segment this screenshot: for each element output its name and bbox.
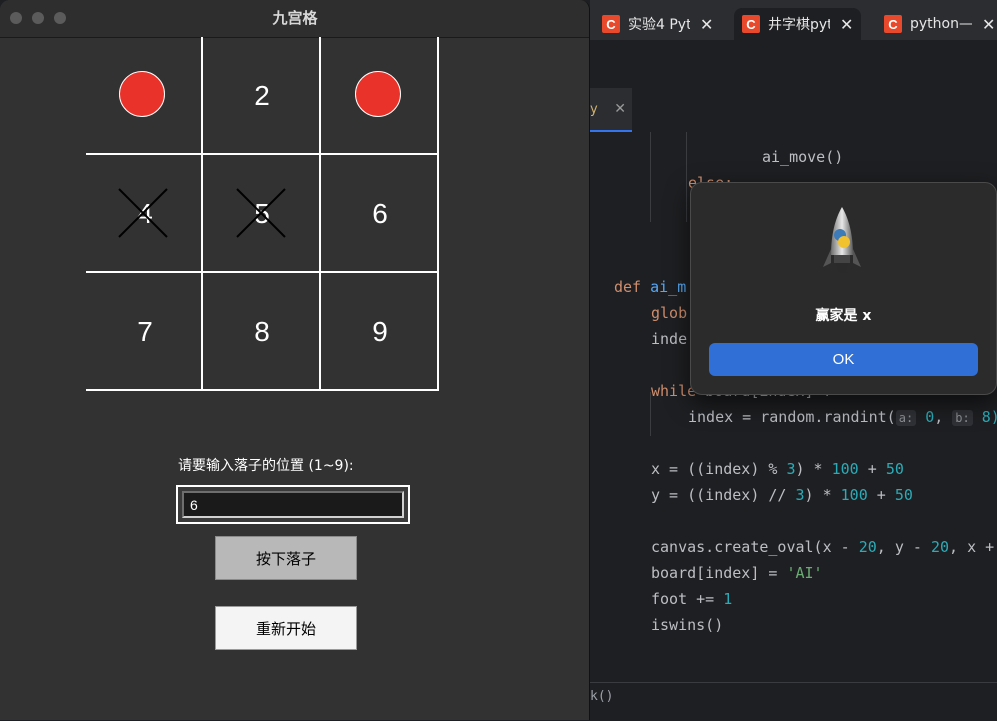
code-text: ) *	[804, 486, 841, 504]
ai-piece-circle	[119, 71, 165, 117]
code-number: 20	[930, 538, 950, 556]
code-line: canvas.create_oval(x - 20, y - 20, x +	[651, 538, 994, 556]
code-text: , y -	[876, 538, 931, 556]
code-text: , x +	[949, 538, 995, 556]
code-text: ,	[934, 408, 953, 426]
code-number: 100	[831, 460, 859, 478]
editor-tab[interactable]: y ✕	[590, 88, 632, 132]
board-cell-2[interactable]: 2	[203, 37, 321, 155]
place-piece-button[interactable]: 按下落子	[215, 536, 357, 580]
winner-message: 赢家是 x	[815, 308, 872, 324]
close-icon[interactable]: ✕	[700, 15, 713, 34]
tab-label: 实验4 Pyt	[628, 17, 690, 33]
browser-tab-strip: C 实验4 Pyt ✕ C 井字棋pyt ✕ C python— ✕	[590, 0, 997, 40]
board-cell-8[interactable]: 8	[203, 273, 321, 391]
code-line: glob	[651, 304, 688, 322]
csdn-icon: C	[884, 15, 902, 33]
browser-tab-python[interactable]: C python— ✕	[884, 8, 995, 40]
code-keyword: def	[614, 278, 642, 296]
code-number: 0	[925, 408, 935, 426]
code-number: 100	[840, 486, 868, 504]
close-icon[interactable]: ✕	[982, 15, 995, 34]
game-board[interactable]: 2 4 5 6 7 8 9	[86, 37, 440, 391]
position-entry-frame: 6	[176, 485, 410, 524]
csdn-icon: C	[602, 15, 620, 33]
code-line: x = ((index) % 3) * 100 + 50	[651, 460, 904, 478]
player-x-mark	[236, 188, 286, 238]
code-text: canvas.create_oval(x -	[651, 538, 859, 556]
code-number: 3	[786, 460, 796, 478]
position-input[interactable]: 6	[182, 491, 404, 518]
code-line: foot += 1	[651, 590, 732, 608]
code-number: 50	[894, 486, 913, 504]
window-title: 九宫格	[272, 9, 318, 27]
board-cell-9[interactable]: 9	[321, 273, 439, 391]
ok-button[interactable]: OK	[709, 343, 978, 376]
indent-guide	[650, 132, 651, 222]
param-hint: a:	[895, 410, 917, 426]
player-x-mark	[118, 188, 168, 238]
window-titlebar: 九宫格	[0, 0, 589, 38]
position-prompt-label: 请要输入落子的位置 (1~9):	[178, 458, 354, 474]
code-line: y = ((index) // 3) * 100 + 50	[651, 486, 913, 504]
python-rocket-icon	[823, 207, 861, 273]
code-text: board[index] =	[651, 564, 787, 582]
browser-tab-experiment4[interactable]: C 实验4 Pyt ✕	[602, 8, 713, 40]
csdn-icon: C	[742, 15, 760, 33]
code-number: 50	[885, 460, 904, 478]
ai-piece-circle	[355, 71, 401, 117]
code-line: iswins()	[651, 616, 724, 634]
code-number: 3	[795, 486, 805, 504]
tab-label: 井字棋pyt	[768, 17, 830, 33]
code-text: foot +=	[651, 590, 724, 608]
code-line: index = random.randint(a: 0, b: 8)	[688, 408, 997, 426]
param-hint: b:	[952, 410, 973, 426]
code-text: index = random.randint(	[688, 408, 896, 426]
editor-tab-label: y	[590, 101, 598, 117]
browser-tab-tictactoe[interactable]: C 井字棋pyt ✕	[734, 8, 862, 40]
browser-toolbar	[590, 40, 997, 88]
code-string: 'AI'	[786, 564, 823, 582]
code-number: 1	[723, 590, 733, 608]
tab-label: python—	[910, 16, 972, 32]
code-line: board[index] = 'AI'	[651, 564, 823, 582]
editor-breadcrumb-bar: k()	[590, 682, 997, 721]
code-text: x = ((index) %	[651, 460, 787, 478]
restart-button[interactable]: 重新开始	[215, 606, 357, 650]
code-number: 20	[858, 538, 877, 556]
board-cell-6[interactable]: 6	[321, 155, 439, 273]
code-text: y = ((index) //	[651, 486, 796, 504]
breadcrumb-text: k()	[590, 689, 614, 704]
code-line: def ai_m	[614, 278, 686, 296]
winner-alert-dialog: 赢家是 x OK	[690, 182, 997, 395]
code-text: +	[858, 460, 886, 478]
tictactoe-window: 九宫格 2 4 5 6 7 8 9 请要输入落子的位置 (1~9): 6 按下落…	[0, 0, 590, 720]
close-icon[interactable]: ✕	[614, 101, 626, 117]
code-function: ai_m	[650, 278, 687, 296]
code-text: +	[867, 486, 895, 504]
close-icon[interactable]: ✕	[840, 15, 853, 34]
code-number: 8)	[981, 408, 997, 426]
code-text: ) *	[795, 460, 832, 478]
indent-guide	[686, 132, 687, 222]
code-line: ai_move()	[762, 148, 844, 166]
code-line: inde	[651, 330, 688, 348]
board-cell-7[interactable]: 7	[86, 273, 204, 391]
